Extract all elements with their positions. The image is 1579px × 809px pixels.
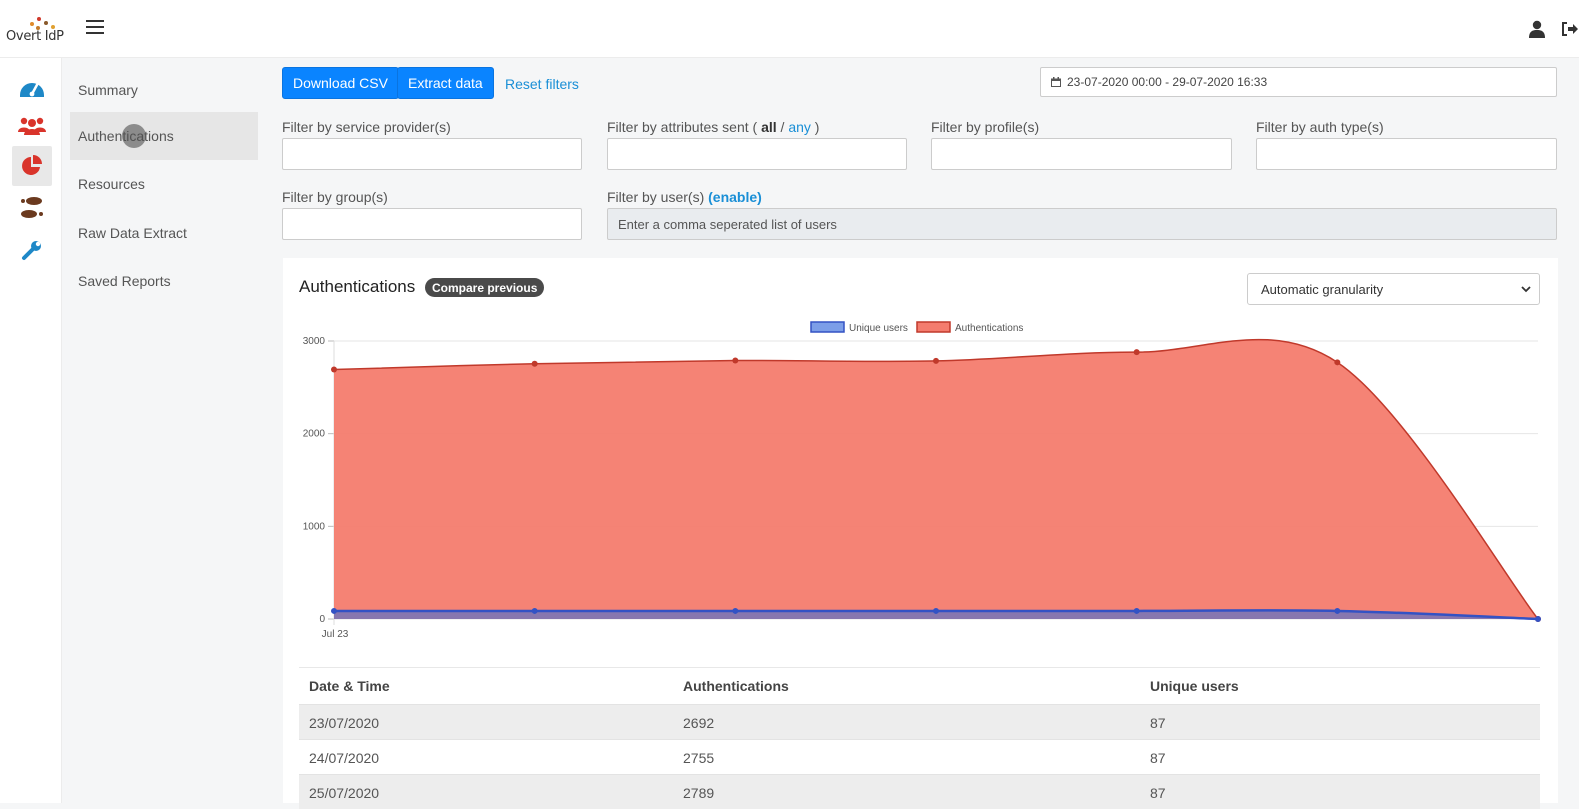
pie-chart-icon[interactable]	[12, 146, 52, 186]
top-bar: Overt IdP	[0, 0, 1579, 58]
extract-data-button[interactable]: Extract data	[397, 67, 494, 99]
group-input[interactable]	[282, 208, 582, 240]
authentications-point	[933, 357, 939, 364]
y-tick-label: 0	[319, 614, 325, 625]
authentications-point	[1133, 349, 1140, 356]
unique-users-point	[1535, 616, 1541, 622]
sidebar-item-saved-reports[interactable]: Saved Reports	[70, 257, 258, 305]
user-icon[interactable]	[1529, 20, 1545, 38]
sidebar-item-summary[interactable]: Summary	[70, 66, 258, 114]
logout-icon[interactable]	[1560, 21, 1579, 37]
sidebar-item-label: Resources	[78, 176, 145, 192]
authentications-point	[331, 366, 337, 373]
download-csv-button[interactable]: Download CSV	[282, 67, 399, 99]
legend-label-unique-users: Unique users	[849, 323, 908, 334]
granularity-value: Automatic granularity	[1261, 281, 1384, 297]
table-header-unique-users: Unique users	[1150, 678, 1239, 694]
panel-title: Authentications	[299, 277, 416, 296]
menu-toggle-icon[interactable]	[86, 20, 104, 34]
service-provider-input[interactable]	[282, 138, 582, 170]
wrench-icon[interactable]	[12, 230, 52, 270]
main-content: Download CSV Extract data Reset filters …	[264, 58, 1579, 809]
logo-text: Overt IdP	[6, 29, 64, 44]
profile-label: Filter by profile(s)	[931, 119, 1040, 135]
authentications-panel: Authentications Compare previous Automat…	[283, 258, 1558, 809]
group-label: Filter by group(s)	[282, 189, 388, 205]
table-cell-date: 23/07/2020	[309, 715, 380, 731]
attributes-any-link[interactable]: any	[788, 119, 811, 135]
reset-filters-link[interactable]: Reset filters	[505, 76, 579, 92]
sidebar-item-raw-data-extract[interactable]: Raw Data Extract	[70, 209, 258, 257]
authentications-point	[1334, 359, 1341, 366]
legend-label-authentications: Authentications	[955, 323, 1023, 334]
attributes-label: Filter by attributes sent ( all / any )	[607, 119, 819, 135]
logo-dots	[26, 16, 56, 30]
profile-input[interactable]	[931, 138, 1232, 170]
granularity-select[interactable]: Automatic granularity	[1247, 273, 1540, 305]
auth-type-input[interactable]	[1256, 138, 1557, 170]
unique-users-point	[933, 607, 939, 614]
table-cell-authentications: 2789	[683, 785, 715, 801]
table-header-date: Date & Time	[309, 678, 390, 694]
authentications-point	[732, 357, 739, 364]
table-cell-authentications: 2692	[683, 715, 715, 731]
calendar-icon	[1051, 77, 1061, 87]
authentications-chart: 0 1000 2000 3000 Jul 23 Unique users Authentic…	[303, 321, 1541, 640]
user-label: Filter by user(s) (enable)	[607, 189, 762, 205]
service-provider-label: Filter by service provider(s)	[282, 119, 451, 135]
y-tick-label: 1000	[303, 521, 326, 532]
x-tick-label: Jul 23	[322, 629, 349, 640]
icon-rail	[0, 58, 62, 803]
table-cell-authentications: 2755	[683, 750, 715, 766]
attributes-label-suffix: )	[810, 119, 820, 135]
dashboard-icon[interactable]	[12, 68, 52, 108]
authentications-area	[334, 339, 1538, 619]
unique-users-point	[1133, 607, 1140, 614]
table-header-authentications: Authentications	[683, 678, 789, 694]
date-range-picker[interactable]: 23-07-2020 00:00 - 29-07-2020 16:33	[1040, 67, 1557, 97]
legend-swatch-unique-users	[810, 321, 845, 333]
date-range-value: 23-07-2020 00:00 - 29-07-2020 16:33	[1067, 75, 1268, 89]
table-cell-unique-users: 87	[1150, 715, 1166, 731]
unique-users-point	[531, 607, 538, 614]
unique-users-point	[732, 607, 739, 614]
table-cell-date: 24/07/2020	[309, 750, 380, 766]
sidebar-nav: Summary Authentications Resources Raw Da…	[70, 66, 258, 803]
table-row: 25/07/2020 2789 87	[299, 774, 1540, 809]
table-header-row: Date & Time Authentications Unique users	[299, 667, 1540, 704]
users-icon[interactable]	[12, 106, 52, 146]
cursor-indicator	[122, 124, 146, 148]
auth-type-label: Filter by auth type(s)	[1256, 119, 1384, 135]
table-cell-unique-users: 87	[1150, 785, 1166, 801]
legend-swatch-authentications	[916, 321, 951, 333]
app-logo[interactable]: Overt IdP	[6, 14, 66, 48]
table-cell-unique-users: 87	[1150, 750, 1166, 766]
sidebar-item-label: Raw Data Extract	[78, 225, 187, 241]
footprints-icon[interactable]	[12, 188, 52, 228]
sidebar-item-authentications[interactable]: Authentications	[70, 112, 258, 160]
compare-previous-badge[interactable]: Compare previous	[425, 278, 545, 297]
table-cell-date: 25/07/2020	[309, 785, 380, 801]
table-row: 23/07/2020 2692 87	[299, 704, 1540, 739]
user-enable-link[interactable]: (enable)	[708, 189, 762, 205]
unique-users-point	[331, 607, 337, 614]
sidebar-item-label: Summary	[78, 82, 138, 98]
user-input: Enter a comma seperated list of users	[607, 208, 1557, 240]
attributes-separator: /	[776, 119, 789, 135]
data-table: Date & Time Authentications Unique users…	[299, 667, 1540, 809]
user-label-text: Filter by user(s)	[607, 189, 705, 205]
chevron-down-icon	[1521, 286, 1531, 293]
unique-users-point	[1334, 607, 1341, 614]
authentications-point	[531, 360, 538, 367]
y-tick-label: 3000	[303, 336, 326, 347]
table-row: 24/07/2020 2755 87	[299, 739, 1540, 774]
sidebar-item-label: Saved Reports	[78, 273, 171, 289]
sidebar-item-resources[interactable]: Resources	[70, 160, 258, 208]
y-tick-label: 2000	[303, 429, 326, 440]
attributes-label-prefix: Filter by attributes sent (	[607, 119, 762, 135]
attributes-all-link[interactable]: all	[761, 119, 777, 135]
attributes-input[interactable]	[607, 138, 907, 170]
